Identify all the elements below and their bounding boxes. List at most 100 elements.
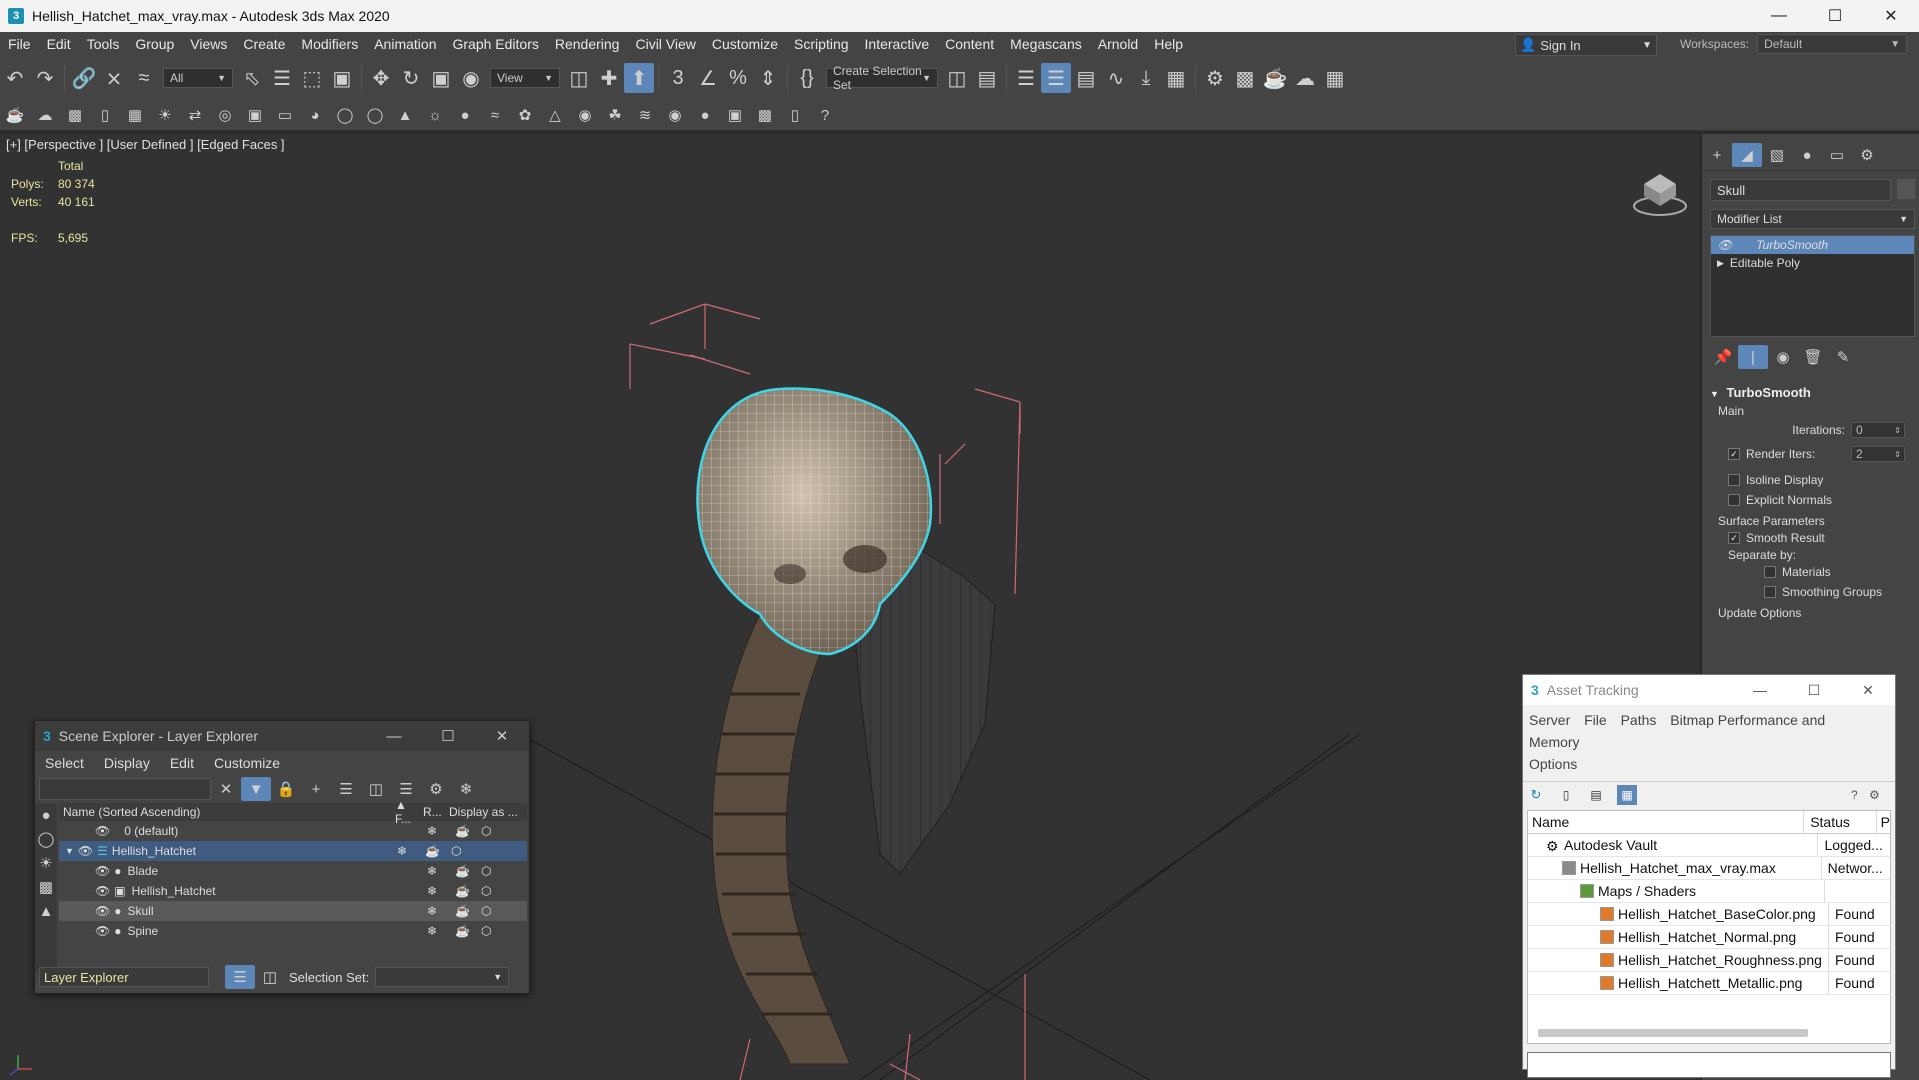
- undo-icon[interactable]: ↶: [0, 63, 30, 93]
- menu-create[interactable]: Create: [235, 36, 293, 52]
- se-menu-select[interactable]: Select: [35, 755, 94, 771]
- spinner-arrows-icon[interactable]: ⇕: [1894, 450, 1901, 459]
- eye-icon[interactable]: 👁: [95, 824, 110, 838]
- render-icon[interactable]: ☕: [425, 844, 451, 858]
- se-row-default[interactable]: 👁 0 (default) ❄ ☕ ⬡: [59, 821, 527, 841]
- helper-filter-icon[interactable]: ▲: [35, 899, 57, 923]
- camera-icon[interactable]: ◎: [210, 103, 240, 127]
- sun-icon[interactable]: ☼: [420, 103, 450, 127]
- asset-tracking-titlebar[interactable]: 3 Asset Tracking — ☐ ✕: [1523, 675, 1895, 705]
- freeze-icon[interactable]: ❄: [451, 777, 481, 801]
- rendered-frame-window-icon[interactable]: ▩: [1230, 63, 1260, 93]
- menu-interactive[interactable]: Interactive: [857, 36, 938, 52]
- freeze-icon[interactable]: ❄: [397, 844, 425, 858]
- minimize-icon[interactable]: —: [1733, 675, 1787, 705]
- asset-path-field[interactable]: [1527, 1052, 1891, 1078]
- menu-graph-editors[interactable]: Graph Editors: [444, 36, 546, 52]
- se-menu-customize[interactable]: Customize: [204, 755, 290, 771]
- toggle-scene-explorer-icon[interactable]: ☰: [1011, 63, 1041, 93]
- menu-civil-view[interactable]: Civil View: [627, 36, 703, 52]
- viewport-label[interactable]: [+] [Perspective ] [User Defined ] [Edge…: [6, 137, 285, 152]
- proxy-icon[interactable]: △: [540, 103, 570, 127]
- pivot-center-icon[interactable]: ◫: [564, 63, 594, 93]
- scale-icon[interactable]: ▣: [426, 63, 456, 93]
- fur-icon[interactable]: ≋: [630, 103, 660, 127]
- move-icon[interactable]: ✥: [366, 63, 396, 93]
- vfb-icon[interactable]: ▩: [750, 103, 780, 127]
- transform-icon[interactable]: ⇄: [180, 103, 210, 127]
- at-menu-options[interactable]: Options: [1529, 756, 1577, 772]
- spinner-snap-icon[interactable]: ⇕: [753, 63, 783, 93]
- help-icon[interactable]: ?: [810, 103, 840, 127]
- iterations-spinner[interactable]: 0 ⇕: [1851, 422, 1905, 438]
- plant-icon[interactable]: ☘: [600, 103, 630, 127]
- se-row-skull[interactable]: 👁 ● Skull ❄ ☕ ⬡: [59, 901, 527, 921]
- at-col-status[interactable]: Status: [1803, 811, 1875, 833]
- named-selection-sets-dropdown[interactable]: Create Selection Set ▼: [826, 64, 938, 92]
- render-icon[interactable]: ☕: [455, 864, 481, 878]
- render-icon[interactable]: ☕: [455, 824, 481, 838]
- object-name-field[interactable]: Skull: [1710, 179, 1891, 201]
- se-col-render[interactable]: R...: [423, 805, 449, 819]
- collapse-arrow-icon[interactable]: ▼: [65, 846, 74, 856]
- link-icon[interactable]: 🔗: [69, 63, 99, 93]
- asset-row-normal[interactable]: Hellish_Hatchet_Normal.png Found: [1528, 926, 1890, 949]
- display-icon[interactable]: ⬡: [481, 924, 491, 938]
- horizontal-scrollbar[interactable]: [1538, 1029, 1808, 1037]
- menu-file[interactable]: File: [0, 36, 39, 52]
- display-tab-icon[interactable]: ▭: [1822, 143, 1852, 167]
- display-icon[interactable]: ⬡: [481, 864, 491, 878]
- render-icon[interactable]: ☕: [455, 884, 481, 898]
- se-row-hellish-hatchet-layer[interactable]: ▼ 👁 ☰ Hellish_Hatchet ❄ ☕ ⬡: [59, 841, 527, 861]
- smooth-result-checkbox[interactable]: ✓: [1728, 532, 1740, 544]
- render-icon[interactable]: ☕: [455, 924, 481, 938]
- clear-search-icon[interactable]: ✕: [211, 777, 241, 801]
- smoothing-groups-checkbox[interactable]: [1764, 586, 1776, 598]
- dome-icon[interactable]: ◕: [300, 103, 330, 127]
- light-icon[interactable]: ☀: [150, 103, 180, 127]
- filter-icon[interactable]: ▼: [241, 777, 271, 801]
- help-icon[interactable]: ?: [1851, 788, 1869, 802]
- layers-icon[interactable]: ▣: [720, 103, 750, 127]
- layer-explorer-icon[interactable]: ☰: [225, 965, 255, 989]
- display-icon[interactable]: ⬡: [481, 824, 491, 838]
- keyboard-shortcut-override-icon[interactable]: ⬆: [624, 63, 654, 93]
- render-iters-spinner[interactable]: 2 ⇕: [1851, 446, 1905, 462]
- angle-snap-icon[interactable]: ∠: [693, 63, 723, 93]
- at-menu-paths[interactable]: Paths: [1621, 712, 1657, 728]
- selection-set-dropdown[interactable]: ▼: [375, 967, 510, 987]
- settings-icon[interactable]: ⚙: [1869, 788, 1887, 802]
- unlink-icon[interactable]: ⨯: [99, 63, 129, 93]
- window-crossing-icon[interactable]: ▣: [327, 63, 357, 93]
- rollout-title[interactable]: ▼ TurboSmooth: [1710, 385, 1915, 400]
- sign-in-dropdown[interactable]: 👤 Sign In ▼: [1515, 34, 1657, 56]
- light-filter-icon[interactable]: ☀: [35, 851, 57, 875]
- stack-item-editable-poly[interactable]: ▶ Editable Poly: [1711, 254, 1914, 272]
- a360-gallery-icon[interactable]: ▦: [1320, 63, 1350, 93]
- rotate-icon[interactable]: ↻: [396, 63, 426, 93]
- workspaces-dropdown[interactable]: Default ▼: [1757, 34, 1908, 54]
- explorer-type-dropdown[interactable]: Layer Explorer: [39, 967, 209, 987]
- minimize-icon[interactable]: —: [367, 721, 421, 751]
- selection-filter-dropdown[interactable]: All ▼: [163, 68, 233, 88]
- layers-icon[interactable]: ☰: [331, 777, 361, 801]
- grid-icon[interactable]: ▦: [120, 103, 150, 127]
- render-in-cloud-icon[interactable]: ☁: [1290, 63, 1320, 93]
- sphere-light-icon[interactable]: ●: [450, 103, 480, 127]
- table-view-icon[interactable]: ▦: [1617, 785, 1637, 805]
- materials-checkbox[interactable]: [1764, 566, 1776, 578]
- menu-help[interactable]: Help: [1146, 36, 1191, 52]
- at-col-name[interactable]: Name: [1528, 814, 1803, 830]
- asset-row-maxfile[interactable]: Hellish_Hatchet_max_vray.max Networ...: [1528, 857, 1890, 880]
- eye-icon[interactable]: 👁: [95, 864, 110, 878]
- sphere-icon[interactable]: ◯: [330, 103, 360, 127]
- schematic-view-icon[interactable]: ⤓: [1131, 63, 1161, 93]
- menu-modifiers[interactable]: Modifiers: [293, 36, 366, 52]
- se-menu-edit[interactable]: Edit: [160, 755, 204, 771]
- rollout-collapse-icon[interactable]: ▼: [1710, 389, 1719, 399]
- eye-icon[interactable]: 👁: [1717, 238, 1732, 252]
- motion-tab-icon[interactable]: ●: [1792, 143, 1822, 167]
- list-view-icon[interactable]: ▯: [1557, 786, 1575, 804]
- expand-arrow-icon[interactable]: ▶: [1717, 258, 1724, 269]
- at-menu-server[interactable]: Server: [1529, 712, 1570, 728]
